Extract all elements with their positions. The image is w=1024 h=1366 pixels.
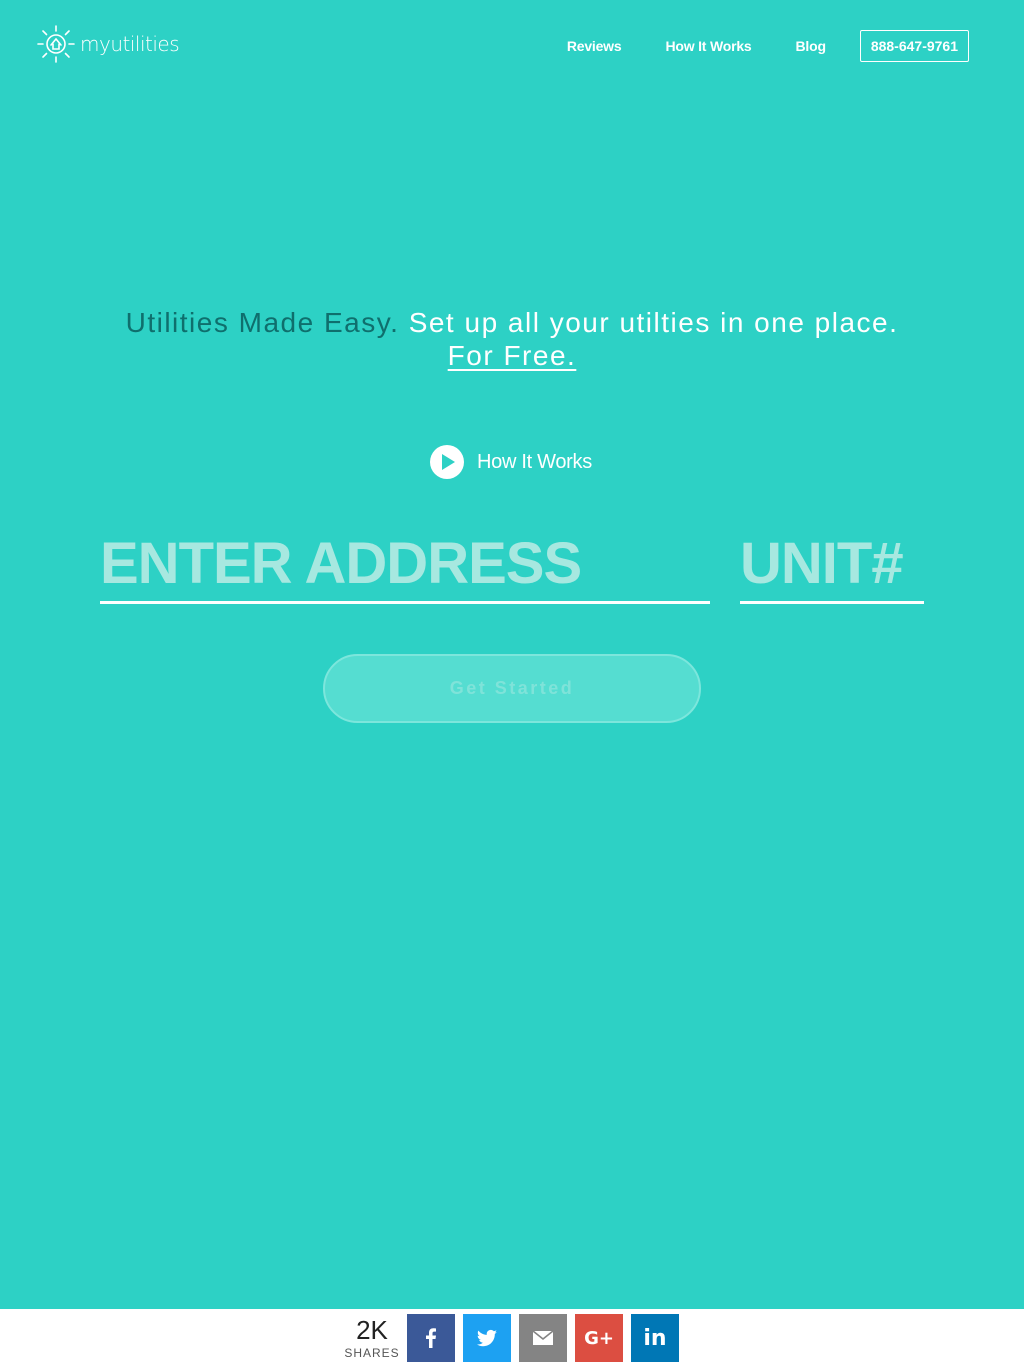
unit-input[interactable] [740, 526, 924, 601]
for-free-link[interactable]: For Free. [448, 340, 577, 371]
facebook-icon [426, 1328, 436, 1348]
tagline-dark: Utilities Made Easy. [125, 307, 400, 338]
linkedin-share-button[interactable]: in [631, 1314, 679, 1362]
google-plus-icon: G+ [584, 1327, 614, 1349]
google-plus-share-button[interactable]: G+ [575, 1314, 623, 1362]
nav-reviews[interactable]: Reviews [567, 38, 622, 54]
get-started-button[interactable]: Get Started [323, 654, 701, 723]
tagline-light: Set up all your utilties in one place. [408, 307, 899, 338]
address-field [100, 526, 710, 604]
phone-button[interactable]: 888-647-9761 [859, 30, 969, 62]
unit-field [740, 526, 924, 604]
nav-blog[interactable]: Blog [796, 38, 827, 54]
how-it-works-label: How It Works [477, 450, 592, 473]
play-icon [430, 445, 464, 479]
hero-heading: Utilities Made Easy. Set up all your uti… [100, 306, 924, 372]
sun-house-logo-icon [37, 25, 75, 63]
envelope-icon [532, 1330, 554, 1345]
nav-how-it-works[interactable]: How It Works [665, 38, 751, 54]
logo[interactable]: myutilities [36, 24, 180, 64]
logo-text: myutilities [80, 32, 180, 56]
share-count: 2K SHARES [340, 1317, 404, 1360]
email-share-button[interactable] [519, 1314, 567, 1362]
share-count-number: 2K [356, 1315, 388, 1345]
address-input[interactable] [100, 526, 710, 601]
twitter-icon [476, 1329, 497, 1347]
facebook-share-button[interactable] [407, 1314, 455, 1362]
share-bar: 2K SHARES G+ in [0, 1309, 1024, 1366]
main-nav: Reviews How It Works Blog 888-647-9761 [567, 30, 969, 62]
linkedin-icon: in [643, 1325, 667, 1351]
share-count-label: SHARES [344, 1346, 400, 1360]
twitter-share-button[interactable] [463, 1314, 511, 1362]
how-it-works-video-link[interactable]: How It Works [430, 445, 592, 479]
